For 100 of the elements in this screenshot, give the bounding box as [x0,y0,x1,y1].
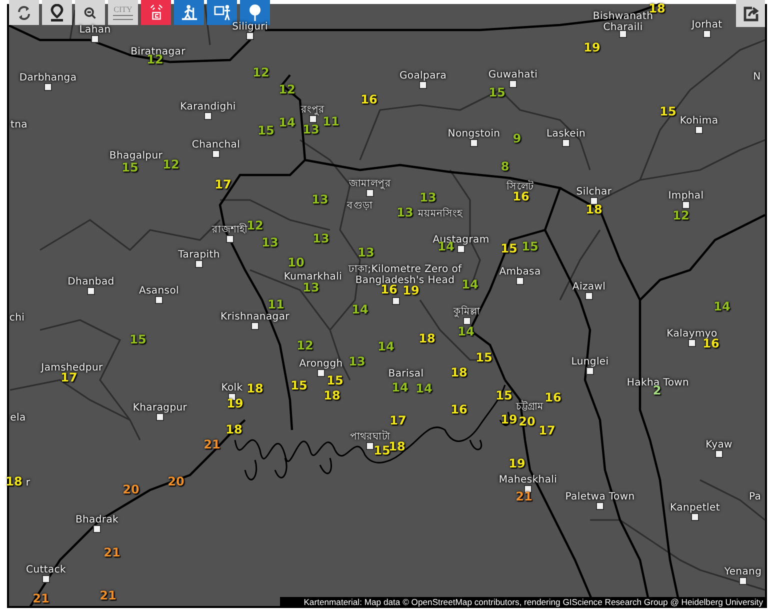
temperature-label: 12 [672,210,690,222]
temperature-label: 13 [358,246,374,260]
city-label: Goalpara [399,70,447,82]
city-label: Lunglei [571,356,609,368]
temperature-label: 13 [312,194,328,206]
city-label: Karandighi [180,102,236,112]
temperature-label: 21 [204,438,220,452]
city-label: Yenang [724,566,762,578]
temperature-label: 15 [522,240,538,254]
city-label: r [26,478,30,488]
city-label: Maheskhali [498,474,558,486]
antenna-icon [148,4,164,21]
city-label: Kharagpur [132,402,188,414]
temperature-label: 16 [450,404,468,416]
city-label: Chanchal [192,140,240,150]
city-label: N [753,72,761,82]
share-button[interactable] [736,0,765,27]
city-label: Kyaw [706,440,732,450]
temperature-label: 13 [302,124,320,136]
tower-button[interactable] [141,0,171,25]
city-label: chi [9,312,25,324]
city-label: tna [10,120,28,130]
city-label: চট্টগ্রাম [516,402,544,412]
temperature-label: 14 [352,304,368,316]
city-label: Barisal [388,368,424,380]
temperature-label: 13 [302,282,320,294]
city-layer-button[interactable]: CITY [108,0,138,25]
city-label: সিলেট [506,182,534,192]
balloon-icon [247,4,263,22]
city-label: রাজশাহী [212,224,248,236]
city-label: ela [10,412,26,424]
city-label: Biratnagar [130,46,186,58]
city-label: Jorhat [692,20,722,30]
temperature-label: 19 [584,42,600,54]
temperature-label: 16 [544,392,562,404]
temperature-label: 19 [500,414,518,426]
temperature-label: 19 [508,458,526,470]
temperature-label: 21 [32,592,50,606]
city-label: Silchar [576,186,612,198]
city-label: ঢাকা;Kilometre Zero of Bangladesh's Head [347,264,463,286]
temperature-label: 19 [402,284,420,298]
temperature-label: 21 [516,490,532,504]
person-sign-icon [214,4,230,21]
temperature-label: 15 [374,444,390,458]
city-label: রংপুর [301,104,325,116]
temperature-label: 10 [288,256,304,270]
share-icon [742,6,758,22]
city-label: Dhanbad [68,276,114,288]
temperature-label: 21 [104,546,120,560]
city-label: Nongstoin [448,128,500,140]
temperature-label: 20 [168,476,184,488]
city-label: Kumarkhali [284,272,342,282]
temperature-label: 9 [512,132,522,146]
city-label: ময়মনসিংহ [418,208,462,220]
temperature-label: 14 [416,382,432,396]
temperature-label: 12 [162,158,180,172]
temperature-label: 20 [518,416,536,428]
city-label: কুমিল্লা [454,306,480,318]
location-pin-icon [49,4,65,22]
hiker-icon [180,4,198,21]
temperature-label: 14 [714,300,730,314]
temperature-label: 17 [538,424,556,438]
temperature-label: 17 [214,178,232,192]
temperature-label: 18 [246,382,264,396]
temperature-label: 14 [458,326,474,338]
temperature-label: 18 [586,204,602,216]
temperature-label: 15 [500,242,518,256]
city-label: Bhagalpur [109,150,163,162]
temperature-label: 15 [258,124,274,138]
temperature-label: 16 [360,94,378,106]
city-label: Pa [748,492,762,502]
city-label: Kanpetlet [670,502,720,514]
temperature-label: 14 [392,382,408,394]
map-attribution: Kartenmaterial: Map data © OpenStreetMap contributors, rendering GIScience Research Group @ Heidelberg University [280,597,765,608]
zoom-out-button[interactable] [75,0,105,25]
temperature-label: 15 [122,162,138,174]
locate-button[interactable] [42,0,72,25]
temperature-label: 2 [652,384,662,398]
temperature-label: 13 [312,232,330,246]
refresh-button[interactable] [9,0,39,25]
temperature-label: 12 [246,220,264,232]
temperature-label: 18 [418,332,436,346]
temperature-label: 19 [226,398,244,410]
city-label: Bishwanath Charaili [592,11,654,33]
temperature-label: 14 [462,278,478,292]
temperature-label: 21 [100,590,116,602]
temperature-label: 13 [348,356,366,368]
city-label: Krishnanagar [220,312,290,322]
city-label: Laskein [546,128,586,140]
city-label: Lahan [79,24,111,36]
temperature-label: 18 [450,366,468,380]
city-label: বগুড়া [347,200,373,212]
temperature-label: 18 [226,424,242,436]
temperature-label: 11 [268,298,284,312]
city-label: Imphal [668,190,704,202]
temperature-label: 16 [512,190,530,204]
temperature-label: 8 [500,160,510,174]
hiker-button[interactable] [174,0,204,25]
temperature-label: 15 [496,390,512,402]
temperature-label: 15 [476,352,492,364]
